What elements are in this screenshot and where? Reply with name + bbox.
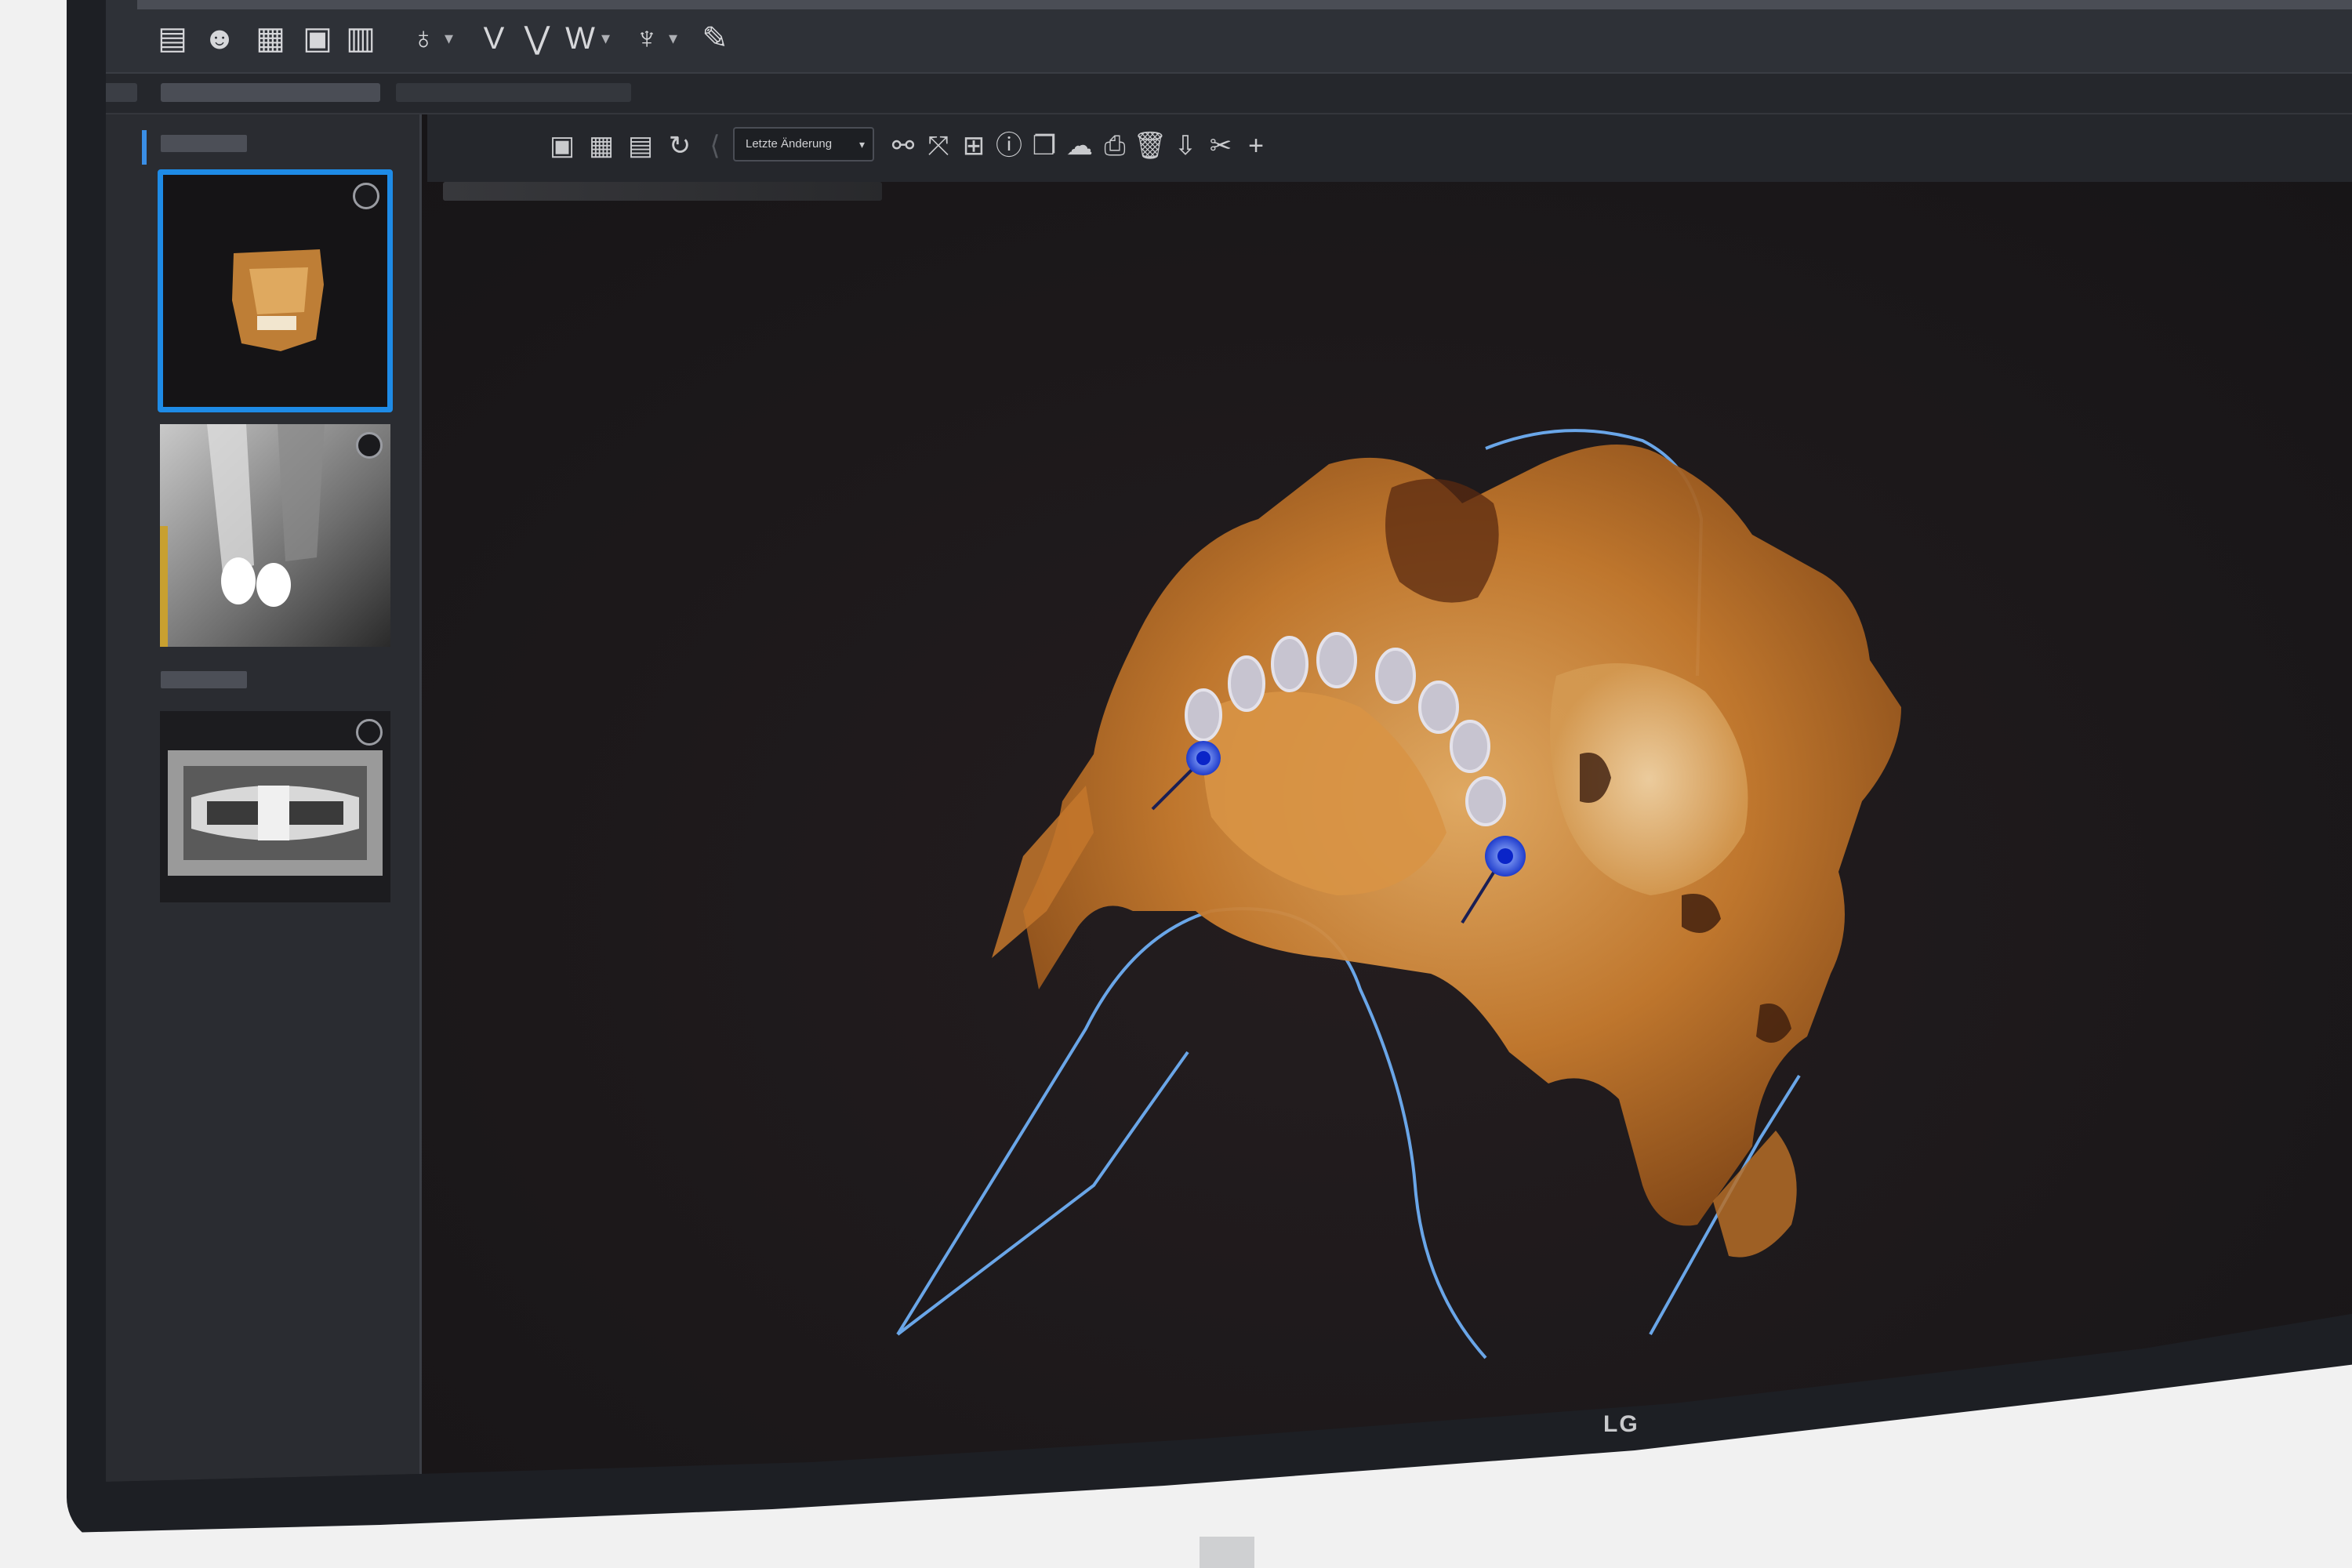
monitor-brand-logo: LG	[1603, 1411, 1639, 1437]
status-chip	[106, 83, 137, 102]
viewer-toolbar: ▣ ▦ ▤ ↻ ⟨ Letzte Änderung ▾ ⚯ ⤧ ⊞ ⓘ ❐ ☁ …	[427, 114, 2352, 182]
thumbnail-3d-volume[interactable]	[158, 169, 393, 412]
patient-status-bar	[106, 74, 2352, 114]
lower-jaw-icon[interactable]: ⋁	[517, 16, 557, 61]
back-icon[interactable]: ⟨	[698, 129, 732, 163]
zoom-fit-icon[interactable]: ⤧	[921, 129, 956, 163]
patients-icon[interactable]: ☻	[200, 16, 239, 61]
group-date-label	[161, 671, 247, 688]
tooth	[1271, 636, 1308, 692]
thumbnail-panoramic[interactable]	[158, 709, 393, 905]
full-arch-icon[interactable]: W	[561, 16, 600, 61]
group-date-label	[161, 135, 247, 152]
tooth	[1418, 681, 1459, 734]
panoramic-guide-curve	[896, 907, 1487, 1359]
chevron-down-icon[interactable]: ▾	[601, 16, 610, 61]
tooth	[1465, 776, 1506, 826]
rotate-icon[interactable]: ↻	[662, 129, 697, 163]
implant-icon[interactable]: ♆	[627, 16, 666, 61]
attach-icon[interactable]: ✂	[1203, 129, 1238, 163]
volume-thumbnail-image	[163, 175, 387, 407]
chevron-down-icon[interactable]: ▾	[445, 16, 453, 61]
calendar-icon[interactable]: ▦	[251, 16, 290, 61]
patient-name-chip	[161, 83, 380, 102]
close-icon[interactable]	[356, 432, 383, 459]
pen-icon[interactable]: ✎	[695, 16, 735, 61]
scan-info-line	[443, 182, 882, 201]
tooth	[1185, 688, 1222, 742]
cloud-icon[interactable]: ☁	[1062, 129, 1097, 163]
sort-dropdown-label: Letzte Änderung	[746, 137, 833, 151]
tooth	[1228, 655, 1265, 712]
clipboard-icon[interactable]: ▣	[298, 16, 337, 61]
panoramic-guide-curve	[896, 1051, 1189, 1336]
close-icon[interactable]	[356, 719, 383, 746]
layout-strip-icon[interactable]: ▤	[623, 129, 658, 163]
export-icon[interactable]: ⇩	[1168, 129, 1203, 163]
window-top-strip	[137, 0, 2352, 9]
sort-dropdown[interactable]: Letzte Änderung ▾	[733, 127, 874, 162]
copy-icon[interactable]: ❐	[1027, 129, 1062, 163]
chevron-down-icon[interactable]: ▾	[669, 16, 677, 61]
panoramic-thumbnail-image	[160, 711, 390, 902]
monitor-screen: ▤ ☻ ▦ ▣ ▥ ♁ ▾ V ⋁ W ▾ ♆ ▾ ✎ ▣ ▦ ▤ ↻ ⟨ Le…	[106, 0, 2352, 1499]
documents-icon[interactable]: ▥	[341, 16, 380, 61]
tooth	[1375, 648, 1416, 704]
upper-jaw-icon[interactable]: V	[474, 16, 514, 61]
info-icon[interactable]: ⓘ	[992, 129, 1026, 163]
3d-volume-viewport[interactable]	[427, 205, 2352, 1499]
link-icon[interactable]: ⚯	[886, 129, 920, 163]
tooth	[1450, 720, 1490, 773]
panel-accent-bar	[142, 130, 147, 165]
print-icon[interactable]: ⎙	[1098, 129, 1132, 163]
thumbnail-intraoral-xray[interactable]	[158, 422, 393, 649]
close-icon[interactable]	[353, 183, 379, 209]
add-icon[interactable]: +	[1239, 129, 1273, 163]
monitor-stand	[1200, 1537, 1254, 1568]
image-list-panel	[106, 114, 422, 1482]
tooth-icon[interactable]: ♁	[404, 16, 443, 61]
tooth	[1316, 632, 1357, 688]
patient-record-icon[interactable]: ▤	[153, 16, 192, 61]
xray-thumbnail-image	[160, 424, 390, 647]
layout-grid-icon[interactable]: ▦	[584, 129, 619, 163]
trash-icon[interactable]: 🗑	[1133, 129, 1167, 163]
last-xray-chip	[396, 83, 631, 102]
chevron-down-icon: ▾	[858, 138, 865, 151]
layout-single-icon[interactable]: ▣	[545, 129, 579, 163]
measure-icon[interactable]: ⊞	[956, 129, 991, 163]
app-top-toolbar: ▤ ☻ ▦ ▣ ▥ ♁ ▾ V ⋁ W ▾ ♆ ▾ ✎	[106, 0, 2352, 74]
